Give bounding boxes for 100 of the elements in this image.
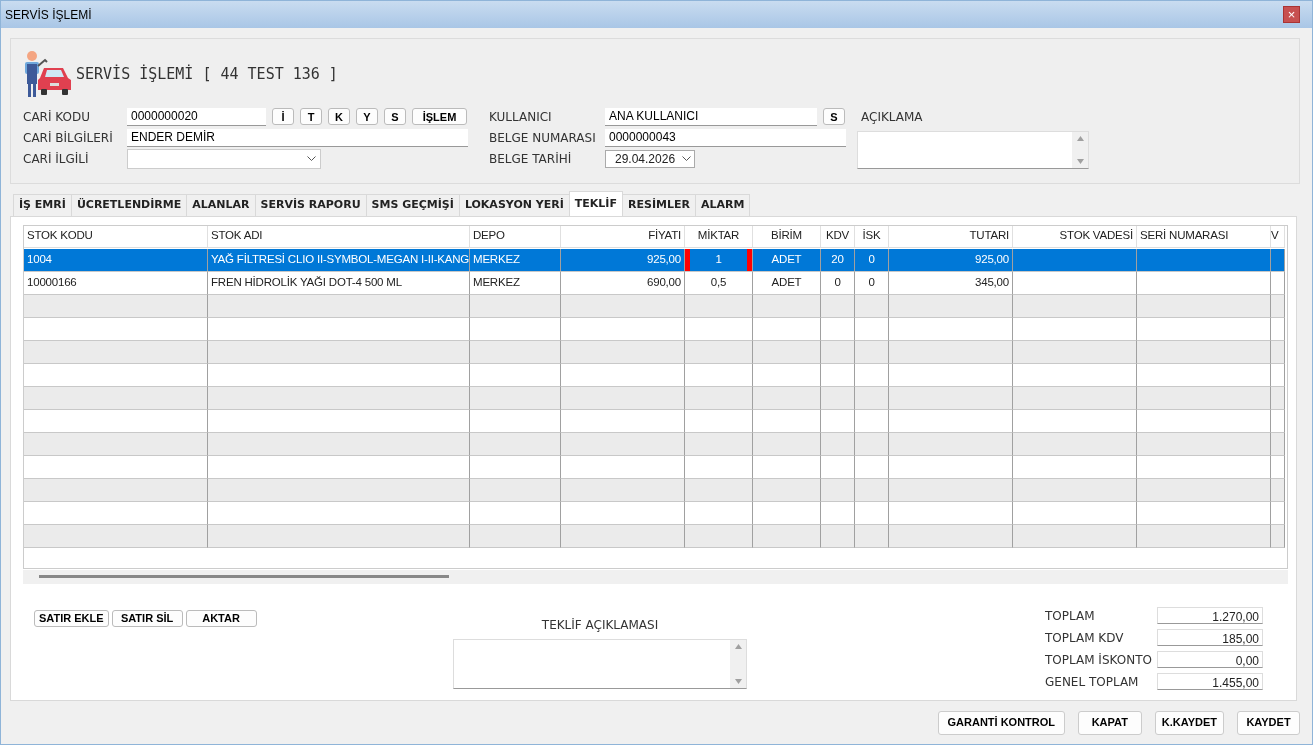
table-cell[interactable] xyxy=(1013,248,1137,272)
column-header[interactable]: V xyxy=(1271,225,1285,248)
column-header[interactable]: STOK KODU xyxy=(24,225,208,248)
offer-description-field[interactable] xyxy=(453,638,747,689)
scroll-up-icon[interactable] xyxy=(1076,136,1084,141)
table-cell[interactable] xyxy=(208,524,470,548)
table-cell[interactable] xyxy=(753,317,821,341)
table-cell[interactable] xyxy=(561,386,685,410)
table-cell[interactable] xyxy=(24,294,208,318)
column-header[interactable]: TUTARI xyxy=(889,225,1013,248)
table-cell[interactable] xyxy=(1137,340,1271,364)
table-cell[interactable] xyxy=(1137,294,1271,318)
table-cell[interactable] xyxy=(821,432,855,456)
table-cell[interactable] xyxy=(1271,432,1285,456)
table-cell[interactable] xyxy=(1013,317,1137,341)
table-cell[interactable] xyxy=(470,432,561,456)
table-cell[interactable] xyxy=(821,478,855,502)
table-cell[interactable] xyxy=(889,386,1013,410)
table-cell[interactable] xyxy=(1013,294,1137,318)
table-cell[interactable] xyxy=(1137,432,1271,456)
table-cell[interactable] xyxy=(821,294,855,318)
table-cell[interactable] xyxy=(24,455,208,479)
text-field[interactable]: 0000000043 xyxy=(605,128,846,147)
table-cell[interactable] xyxy=(855,386,889,410)
table-cell[interactable] xyxy=(855,478,889,502)
scrollbar[interactable] xyxy=(730,639,746,688)
table-cell[interactable] xyxy=(753,294,821,318)
table-cell[interactable] xyxy=(24,409,208,433)
table-cell[interactable] xyxy=(889,409,1013,433)
text-field[interactable]: 0000000020 xyxy=(127,107,266,126)
small-button[interactable]: İŞLEM xyxy=(412,108,467,125)
column-header[interactable]: SERİ NUMARASI xyxy=(1137,225,1271,248)
table-cell[interactable]: ADET xyxy=(753,271,821,295)
table-cell[interactable] xyxy=(889,501,1013,525)
small-button[interactable]: S xyxy=(384,108,406,125)
close-button[interactable]: × xyxy=(1283,6,1300,23)
table-cell[interactable] xyxy=(208,409,470,433)
table-cell[interactable] xyxy=(470,363,561,387)
table-cell[interactable] xyxy=(208,501,470,525)
table-cell[interactable] xyxy=(561,432,685,456)
column-header[interactable]: STOK ADI xyxy=(208,225,470,248)
table-cell[interactable] xyxy=(855,501,889,525)
column-header[interactable]: BİRİM xyxy=(753,225,821,248)
table-cell[interactable] xyxy=(1137,386,1271,410)
table-cell[interactable]: 690,00 xyxy=(561,271,685,295)
table-cell[interactable] xyxy=(208,455,470,479)
column-header[interactable]: MİKTAR xyxy=(685,225,753,248)
table-cell[interactable] xyxy=(24,501,208,525)
table-cell[interactable]: 0,5 xyxy=(685,271,753,295)
table-cell[interactable] xyxy=(1271,363,1285,387)
table-cell[interactable] xyxy=(1137,317,1271,341)
table-cell[interactable] xyxy=(889,524,1013,548)
table-cell[interactable] xyxy=(1137,248,1271,272)
tab[interactable]: İŞ EMRİ xyxy=(13,194,72,216)
table-cell[interactable] xyxy=(855,317,889,341)
table-cell[interactable] xyxy=(1271,524,1285,548)
table-cell[interactable] xyxy=(1013,271,1137,295)
table-cell[interactable] xyxy=(685,455,753,479)
table-cell[interactable] xyxy=(821,386,855,410)
table-cell[interactable]: FREN HİDROLİK YAĞI DOT-4 500 ML xyxy=(208,271,470,295)
table-cell[interactable]: 10000166 xyxy=(24,271,208,295)
table-cell[interactable] xyxy=(821,409,855,433)
table-cell[interactable] xyxy=(1137,501,1271,525)
table-cell[interactable] xyxy=(889,432,1013,456)
table-cell[interactable] xyxy=(821,363,855,387)
table-cell[interactable] xyxy=(685,409,753,433)
table-cell[interactable] xyxy=(561,455,685,479)
column-header[interactable]: STOK VADESİ xyxy=(1013,225,1137,248)
table-cell[interactable]: 0 xyxy=(855,271,889,295)
table-cell[interactable] xyxy=(855,524,889,548)
table-cell[interactable] xyxy=(1013,501,1137,525)
table-cell[interactable] xyxy=(24,478,208,502)
table-cell[interactable] xyxy=(470,294,561,318)
table-cell[interactable] xyxy=(685,294,753,318)
table-cell[interactable]: 1 xyxy=(685,248,753,272)
table-cell[interactable] xyxy=(685,501,753,525)
table-cell[interactable] xyxy=(1013,386,1137,410)
footer-button[interactable]: KAYDET xyxy=(1237,710,1300,735)
table-cell[interactable] xyxy=(1013,455,1137,479)
table-cell[interactable] xyxy=(208,363,470,387)
table-cell[interactable] xyxy=(889,478,1013,502)
table-cell[interactable] xyxy=(753,455,821,479)
table-cell[interactable] xyxy=(855,409,889,433)
table-cell[interactable] xyxy=(24,317,208,341)
table-cell[interactable] xyxy=(1271,294,1285,318)
table-cell[interactable] xyxy=(685,340,753,364)
table-cell[interactable] xyxy=(685,317,753,341)
row-action-button[interactable]: AKTAR xyxy=(185,609,257,627)
table-cell[interactable] xyxy=(855,294,889,318)
table-cell[interactable] xyxy=(1271,409,1285,433)
table-cell[interactable] xyxy=(753,501,821,525)
scroll-down-icon[interactable] xyxy=(734,678,742,684)
table-cell[interactable] xyxy=(685,386,753,410)
table-cell[interactable]: 345,00 xyxy=(889,271,1013,295)
table-cell[interactable] xyxy=(1013,432,1137,456)
date-field[interactable]: 29.04.2026 xyxy=(605,149,695,168)
small-button[interactable]: Y xyxy=(356,108,378,125)
column-header[interactable]: KDV xyxy=(821,225,855,248)
table-cell[interactable] xyxy=(1137,409,1271,433)
table-cell[interactable] xyxy=(1013,524,1137,548)
